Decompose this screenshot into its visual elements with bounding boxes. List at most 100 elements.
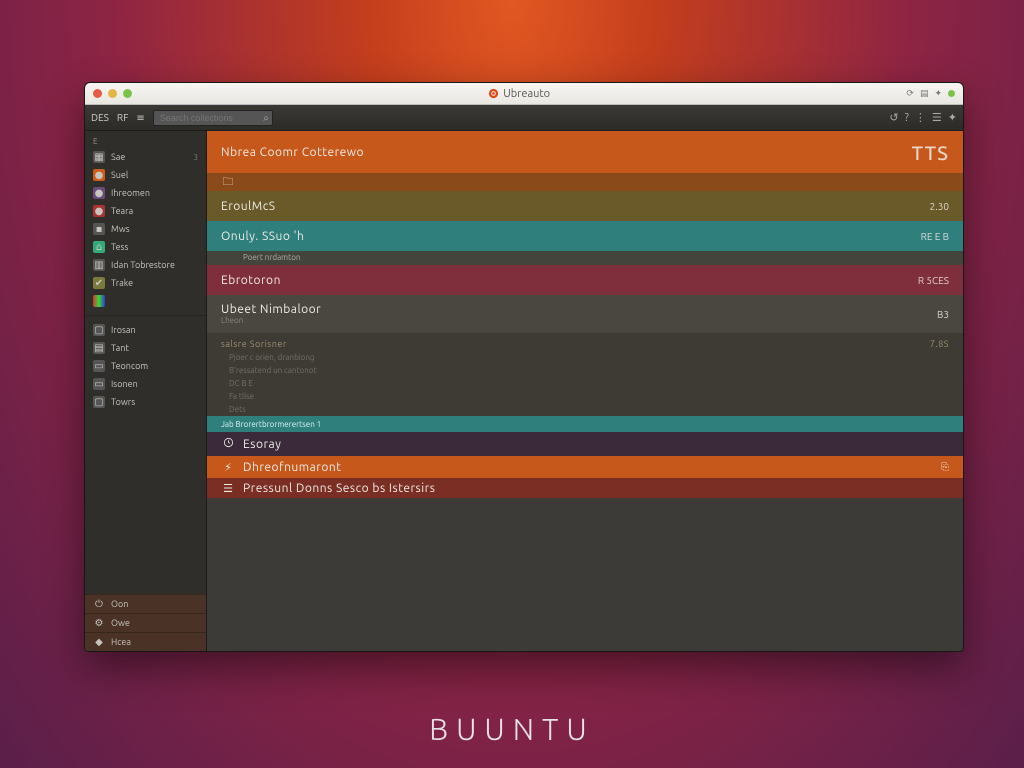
sidebar-item[interactable]: ▦ Sae 3	[85, 148, 206, 166]
sidebar-item-icon: ▥	[93, 259, 105, 271]
sidebar-item[interactable]: ▭ Isonen	[85, 375, 206, 393]
row-title: Dhreofnumaront	[243, 461, 341, 474]
list-row[interactable]: Esoray	[207, 432, 963, 456]
list-row[interactable]: ⚡ Dhreofnumaront ⎘	[207, 456, 963, 478]
status-led-icon	[948, 90, 955, 97]
sidebar-item-icon: ▪	[93, 223, 105, 235]
sidebar-item-label: Tess	[111, 242, 128, 252]
sidebar-item-icon: ▭	[93, 378, 105, 390]
tray-icon[interactable]: ▤	[920, 88, 929, 99]
sidebar-item-icon: ▦	[93, 151, 105, 163]
sidebar-item-label: Sae	[111, 152, 125, 162]
window-title: Ubreauto	[138, 88, 900, 100]
list-row[interactable]: Ebrotoron R 5CES	[207, 265, 963, 295]
sidebar-item[interactable]: ⌂Tess	[85, 238, 206, 256]
sidebar-item-label: Teara	[111, 206, 133, 216]
main-panel: Nbrea Coomr Cotterewo TTS 🗀 EroulMcS 2.3…	[207, 131, 963, 651]
desktop-brand: BUUNTU	[0, 712, 1024, 746]
sidebar-item-icon: ●	[93, 187, 105, 199]
sidebar-item-label: Mws	[111, 224, 130, 234]
sidebar-item[interactable]: ⚙ Owe	[85, 613, 206, 632]
titlebar: Ubreauto ⟳ ▤ ✦	[85, 83, 963, 105]
sidebar-item[interactable]: ▤ Tant	[85, 339, 206, 357]
sidebar-item[interactable]	[85, 292, 206, 310]
detail-line: B'ressatend un cantonot	[207, 364, 963, 377]
detail-line: Dets	[207, 403, 963, 416]
sidebar-item[interactable]: ▪ Mws	[85, 220, 206, 238]
sidebar-item-label: Oon	[111, 599, 128, 609]
sidebar-item[interactable]: ▥ Idan Tobrestore	[85, 256, 206, 274]
sidebar-item-label: Teoncom	[111, 361, 148, 371]
menu-item[interactable]: RF	[117, 112, 129, 123]
toolbar-icon[interactable]: ?	[905, 112, 909, 124]
row-title: Pressunl Donns Sesco bs Istersirs	[243, 482, 435, 495]
sidebar-item[interactable]: ▢Irosan	[85, 321, 206, 339]
header-title: Nbrea Coomr Cotterewo	[221, 146, 364, 159]
sidebar-item[interactable]: ⏻Oon	[85, 594, 206, 613]
window-minimize-button[interactable]	[108, 89, 117, 98]
sidebar-item-icon: ◆	[93, 636, 105, 648]
folder-icon: 🗀	[221, 173, 235, 192]
header-sub: 🗀	[207, 173, 963, 191]
sidebar-item-label: Isonen	[111, 379, 138, 389]
row-meta: RE E B	[921, 231, 949, 242]
detail-line: Pjoer c orien, dranbiong	[207, 351, 963, 364]
sidebar-item[interactable]: ● Teara	[85, 202, 206, 220]
status-strip[interactable]: Jab Brorertbrormerertsen 1	[207, 416, 963, 432]
row-title: Esoray	[243, 438, 281, 451]
export-icon[interactable]: ⎘	[941, 461, 949, 473]
sidebar-item-label: Ihreomen	[111, 188, 150, 198]
sidebar-item-icon: ●	[93, 169, 105, 181]
list-row[interactable]: Ubeet Nimbaloor Lheon B3	[207, 295, 963, 333]
sidebar-item-tag: 3	[193, 153, 198, 162]
tray-icon[interactable]: ✦	[934, 88, 942, 99]
row-meta: R 5CES	[918, 275, 949, 286]
sidebar-item[interactable]: ◆ Hcea	[85, 632, 206, 651]
sidebar-item-icon: ▢	[93, 396, 105, 408]
toolbar-icon[interactable]: ⋮	[915, 111, 926, 124]
sidebar-item[interactable]: ▢ Towrs	[85, 393, 206, 411]
sidebar-item-label: Idan Tobrestore	[111, 260, 175, 270]
sidebar-item-icon: ●	[93, 205, 105, 217]
sidebar-item-label: Towrs	[111, 397, 135, 407]
sidebar-item-icon: ▤	[93, 342, 105, 354]
row-title: Ubeet Nimbaloor	[221, 303, 321, 316]
sidebar-item-label: Suel	[111, 170, 128, 180]
toolbar-icon[interactable]: ✦	[948, 111, 957, 124]
footer-row[interactable]: ☰ Pressunl Donns Sesco bs Istersirs	[207, 478, 963, 498]
sidebar-item[interactable]: ● Suel	[85, 166, 206, 184]
row-subtitle: Lheon	[221, 316, 321, 325]
window-close-button[interactable]	[93, 89, 102, 98]
list-row[interactable]: Onuly. SSuo 'h RE E B	[207, 221, 963, 251]
sidebar-item[interactable]: ✔Trake	[85, 274, 206, 292]
bolt-icon: ⚡	[221, 461, 235, 474]
sidebar-item-icon: ⚙	[93, 617, 105, 629]
menu-item[interactable]: ≡	[136, 112, 144, 124]
window-maximize-button[interactable]	[123, 89, 132, 98]
row-title: Ebrotoron	[221, 274, 281, 287]
sidebar-item[interactable]: ● Ihreomen	[85, 184, 206, 202]
sidebar-item-label: Trake	[111, 278, 133, 288]
menu-item[interactable]: DES	[91, 112, 109, 123]
row-meta: B3	[937, 309, 949, 320]
sidebar-item-icon	[93, 295, 105, 307]
sidebar-item-label: Hcea	[111, 637, 131, 647]
header-badge: TTS	[912, 141, 949, 164]
tray-icon[interactable]: ⟳	[906, 88, 914, 99]
toolbar-icon[interactable]: ↺	[889, 111, 898, 124]
detail-line: DC B E	[207, 377, 963, 390]
sidebar-heading: E	[85, 133, 206, 148]
sidebar-item[interactable]: ▭Teoncom	[85, 357, 206, 375]
sidebar-item-label: Owe	[111, 618, 130, 628]
list-icon: ☰	[221, 482, 235, 495]
sidebar-item-label: Irosan	[111, 325, 136, 335]
list-row[interactable]: EroulMcS 2.30	[207, 191, 963, 221]
search-input[interactable]	[153, 110, 273, 126]
header-row[interactable]: Nbrea Coomr Cotterewo TTS	[207, 131, 963, 173]
sidebar: E ▦ Sae 3 ● Suel ● Ihreomen ● Teara ▪ Mws ⌂Tess ▥ Ida…	[85, 131, 207, 651]
titlebar-tray: ⟳ ▤ ✦	[906, 88, 955, 99]
toolbar-icon[interactable]: ☰	[932, 111, 942, 124]
row-title: EroulMcS	[221, 200, 276, 213]
search-icon: ⌕	[263, 112, 269, 124]
sidebar-item-label: Tant	[111, 343, 129, 353]
